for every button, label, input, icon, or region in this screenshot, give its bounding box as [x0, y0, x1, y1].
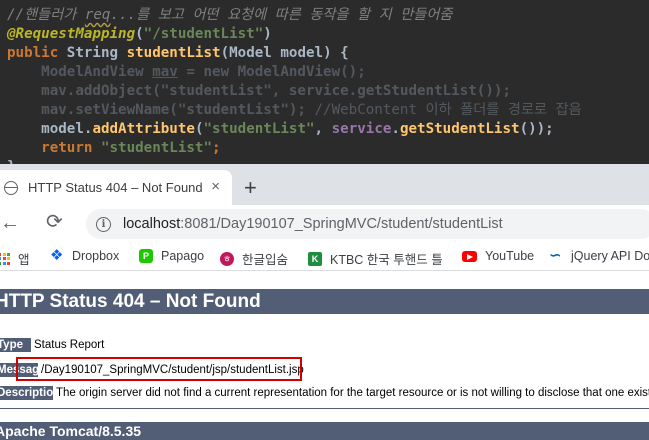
- bookmark-apps[interactable]: 앱: [0, 249, 30, 268]
- comment-text: //핸들러가: [7, 7, 85, 23]
- bookmark-label: YouTube: [485, 249, 535, 263]
- bookmark-papago[interactable]: P Papago: [139, 249, 204, 263]
- get-student-list-method: getStudentList: [399, 121, 520, 137]
- bookmark-label: 한글입숨: [242, 253, 289, 267]
- youtube-icon: [462, 251, 477, 262]
- ktbc-icon: K: [308, 251, 322, 266]
- model-var: model: [41, 121, 84, 137]
- param-name: model: [280, 45, 324, 61]
- code-line-comment: //핸들러가 req...를 보고 어떤 요청에 따른 동작을 할 지 만들어줌: [0, 6, 649, 25]
- code-line-signature: public String studentList(Model model) {: [7, 45, 349, 61]
- bookmark-dropbox[interactable]: ❖ Dropbox: [50, 247, 120, 264]
- comment-text-rest: ...를 보고 어떤 요청에 따른 동작을 할 지 만들어줌: [110, 7, 453, 23]
- service-field: service: [331, 121, 392, 137]
- keyword-public: public: [7, 45, 59, 61]
- mapping-value: "/studentList": [143, 26, 264, 42]
- add-object-call: mav.addObject("studentList", service.get…: [41, 83, 511, 99]
- url-host: localhost: [123, 216, 181, 232]
- mav-var: mav: [152, 64, 178, 80]
- back-arrow-icon[interactable]: ←: [0, 213, 20, 233]
- code-line-add-object: mav.addObject("studentList", service.get…: [0, 82, 649, 101]
- code-line-mav-decl: ModelAndView mav = new ModelAndView();: [41, 64, 366, 80]
- bookmark-hangul[interactable]: ㅎ 한글입숨: [220, 249, 288, 268]
- globe-icon: [4, 180, 18, 195]
- browser-tab-active[interactable]: HTTP Status 404 – Not Found ×: [0, 170, 232, 205]
- bookmark-jquery[interactable]: ∽ jQuery API Do: [549, 247, 649, 264]
- keyword-new: new: [203, 64, 230, 80]
- url-path: :8081/Day190107_SpringMVC/student/studen…: [180, 216, 503, 232]
- hangul-icon: ㅎ: [220, 251, 234, 266]
- server-footer: Apache Tomcat/8.5.35: [0, 422, 649, 440]
- browser-toolbar: ← ⟳ i localhost:8081/Day190107_SpringMVC…: [0, 205, 649, 243]
- keyword-return: return: [41, 140, 93, 156]
- bookmark-youtube[interactable]: YouTube: [462, 249, 534, 263]
- type-value: Status Report: [34, 339, 105, 351]
- annotation: @RequestMapping: [7, 26, 136, 42]
- method-name: studentList: [126, 45, 221, 61]
- red-highlight-box: [16, 357, 302, 381]
- comment-typo-word: req: [84, 7, 111, 23]
- code-line-add-attribute: model.addAttribute("studentList", servic…: [41, 121, 554, 137]
- divider: [0, 408, 649, 409]
- description-value: The origin server did not find a current…: [56, 387, 649, 399]
- address-bar[interactable]: i localhost:8081/Day190107_SpringMVC/stu…: [86, 209, 649, 239]
- browser-tab-strip: HTTP Status 404 – Not Found × +: [0, 164, 649, 205]
- tab-title: HTTP Status 404 – Not Found: [28, 180, 203, 195]
- attribute-key: "studentList": [203, 121, 315, 137]
- code-line-set-view: mav.setViewName("studentList"); //WebCon…: [0, 101, 649, 120]
- bookmark-ktbc[interactable]: K KTBC 한국 투핸드 틀: [308, 249, 443, 268]
- page-title: HTTP Status 404 – Not Found: [0, 289, 649, 314]
- dropbox-icon: ❖: [50, 247, 64, 264]
- apps-grid-icon: [0, 252, 10, 265]
- add-attribute-method: addAttribute: [92, 121, 195, 137]
- code-editor[interactable]: //핸들러가 req...를 보고 어떤 요청에 따른 동작을 할 지 만들어줌…: [0, 0, 649, 164]
- bookmark-label: Dropbox: [72, 249, 120, 263]
- url-text[interactable]: localhost:8081/Day190107_SpringMVC/stude…: [123, 216, 503, 232]
- bookmark-label: jQuery API Do: [571, 249, 649, 263]
- description-row: DescriptionThe origin server did not fin…: [0, 386, 649, 400]
- papago-icon: P: [139, 249, 153, 263]
- reload-icon[interactable]: ⟳: [46, 212, 63, 232]
- code-line-return: return "studentList";: [41, 140, 221, 156]
- bookmark-label: 앱: [18, 253, 30, 267]
- return-value: "studentList": [100, 140, 213, 156]
- return-type: String: [66, 45, 119, 61]
- description-label: Description: [0, 386, 53, 400]
- set-view-comment: //WebContent 이하 폴더를 경로로 잡음: [314, 102, 582, 118]
- new-tab-button[interactable]: +: [244, 177, 257, 199]
- close-tab-icon[interactable]: ×: [211, 179, 220, 194]
- type-label: Type: [0, 338, 31, 352]
- bookmark-label: KTBC 한국 투핸드 틀: [330, 253, 443, 267]
- mav-type: ModelAndView: [41, 64, 144, 80]
- page-content: HTTP Status 404 – Not Found TypeStatus R…: [0, 272, 649, 440]
- type-row: TypeStatus Report: [0, 338, 104, 352]
- site-info-icon[interactable]: i: [96, 216, 111, 232]
- set-view-call: mav.setViewName("studentList");: [41, 102, 306, 118]
- bookmarks-bar: 앱 ❖ Dropbox P Papago ㅎ 한글입숨 K KTBC 한국 투핸…: [0, 243, 649, 271]
- mav-constructor: ModelAndView();: [237, 64, 366, 80]
- param-type: Model: [229, 45, 272, 61]
- code-line-annotation: @RequestMapping("/studentList"): [7, 26, 272, 42]
- jquery-icon: ∽: [549, 247, 562, 264]
- bookmark-label: Papago: [161, 249, 205, 263]
